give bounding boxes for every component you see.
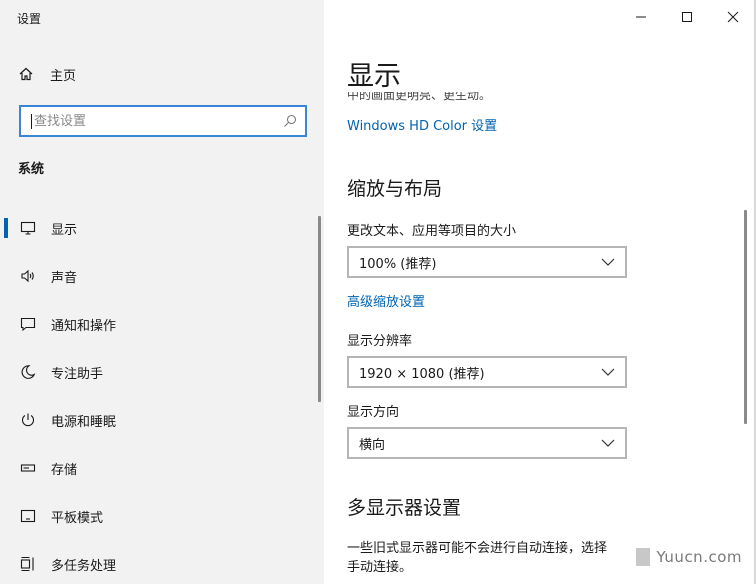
watermark-logo [636,548,651,566]
search-box[interactable] [19,105,307,137]
sidebar-item-label: 平板模式 [51,510,104,526]
sidebar-item-label: 电源和睡眠 [51,414,117,430]
orientation-label: 显示方向 [347,405,400,420]
section-label-system: 系统 [18,162,45,177]
nav-list: 显示 声音 通知和操作 专注助手 电源和睡眠 存储 平板模式 多任务处理 [0,204,324,584]
chevron-down-icon [601,439,615,447]
sidebar-item-multitasking[interactable]: 多任务处理 [0,540,324,584]
sidebar-item-tablet-mode[interactable]: 平板模式 [0,492,324,540]
scale-dropdown[interactable]: 100% (推荐) [347,246,627,278]
multi-display-heading: 多显示器设置 [347,497,462,519]
text-caret [31,113,32,129]
resolution-label: 显示分辨率 [347,334,413,349]
multitask-icon [19,555,37,573]
navigation-pane: 设置 主页 系统 显示 声音 通知和操作 专注助手 电源和睡眠 [0,0,324,584]
cutoff-description: 中的画面更明亮、更生动。 [347,92,492,101]
sidebar-item-label: 多任务处理 [51,558,117,574]
page-title: 显示 [347,61,401,92]
sidebar-item-label: 显示 [51,222,78,238]
maximize-button[interactable] [664,0,710,34]
tablet-icon [19,507,37,525]
resolution-dropdown-value: 1920 × 1080 (推荐) [359,366,485,382]
storage-icon [19,459,37,477]
sidebar-item-label: 通知和操作 [51,318,117,334]
sidebar-item-focus-assist[interactable]: 专注助手 [0,348,324,396]
sidebar-item-sound[interactable]: 声音 [0,252,324,300]
speaker-icon [19,267,37,285]
chevron-down-icon [601,258,615,266]
monitor-icon [19,219,37,237]
window-title: 设置 [17,12,42,26]
sidebar-item-display[interactable]: 显示 [0,204,324,252]
notification-icon [19,315,37,333]
search-input[interactable] [34,113,283,129]
moon-icon [19,363,37,381]
window-controls [618,0,756,34]
close-icon [727,11,739,23]
resolution-dropdown[interactable]: 1920 × 1080 (推荐) [347,356,627,388]
content-pane: 显示 中的画面更明亮、更生动。 Windows HD Color 设置 缩放与布… [324,0,756,584]
multi-display-description-line2: 手动连接。 [347,560,413,575]
minimize-icon [636,16,646,18]
watermark-text: Yuucn.com [656,548,742,566]
sidebar-item-notifications[interactable]: 通知和操作 [0,300,324,348]
sidebar-item-label: 声音 [51,270,78,286]
sidebar-item-storage[interactable]: 存储 [0,444,324,492]
scale-dropdown-value: 100% (推荐) [359,256,437,272]
home-icon [19,67,33,81]
orientation-dropdown-value: 横向 [359,437,386,453]
maximize-icon [682,12,692,22]
sidebar-item-label: 专注助手 [51,366,104,382]
multi-display-description: 一些旧式显示器可能不会进行自动连接，选择 [347,541,608,556]
sidebar-item-power-sleep[interactable]: 电源和睡眠 [0,396,324,444]
orientation-dropdown[interactable]: 横向 [347,427,627,459]
scale-label: 更改文本、应用等项目的大小 [347,224,517,239]
power-icon [19,411,37,429]
minimize-button[interactable] [618,0,664,34]
nav-scrollbar[interactable] [318,216,321,402]
content-scrollbar[interactable] [744,210,747,424]
advanced-scaling-link[interactable]: 高级缩放设置 [347,291,425,310]
close-button[interactable] [710,0,756,34]
search-icon[interactable] [283,114,297,128]
scale-layout-heading: 缩放与布局 [347,178,443,200]
chevron-down-icon [601,368,615,376]
hd-color-settings-link[interactable]: Windows HD Color 设置 [347,115,497,134]
home-label: 主页 [50,68,77,84]
watermark: Yuucn.com [630,546,748,568]
home-link[interactable]: 主页 [18,62,76,86]
sidebar-item-label: 存储 [51,462,78,478]
